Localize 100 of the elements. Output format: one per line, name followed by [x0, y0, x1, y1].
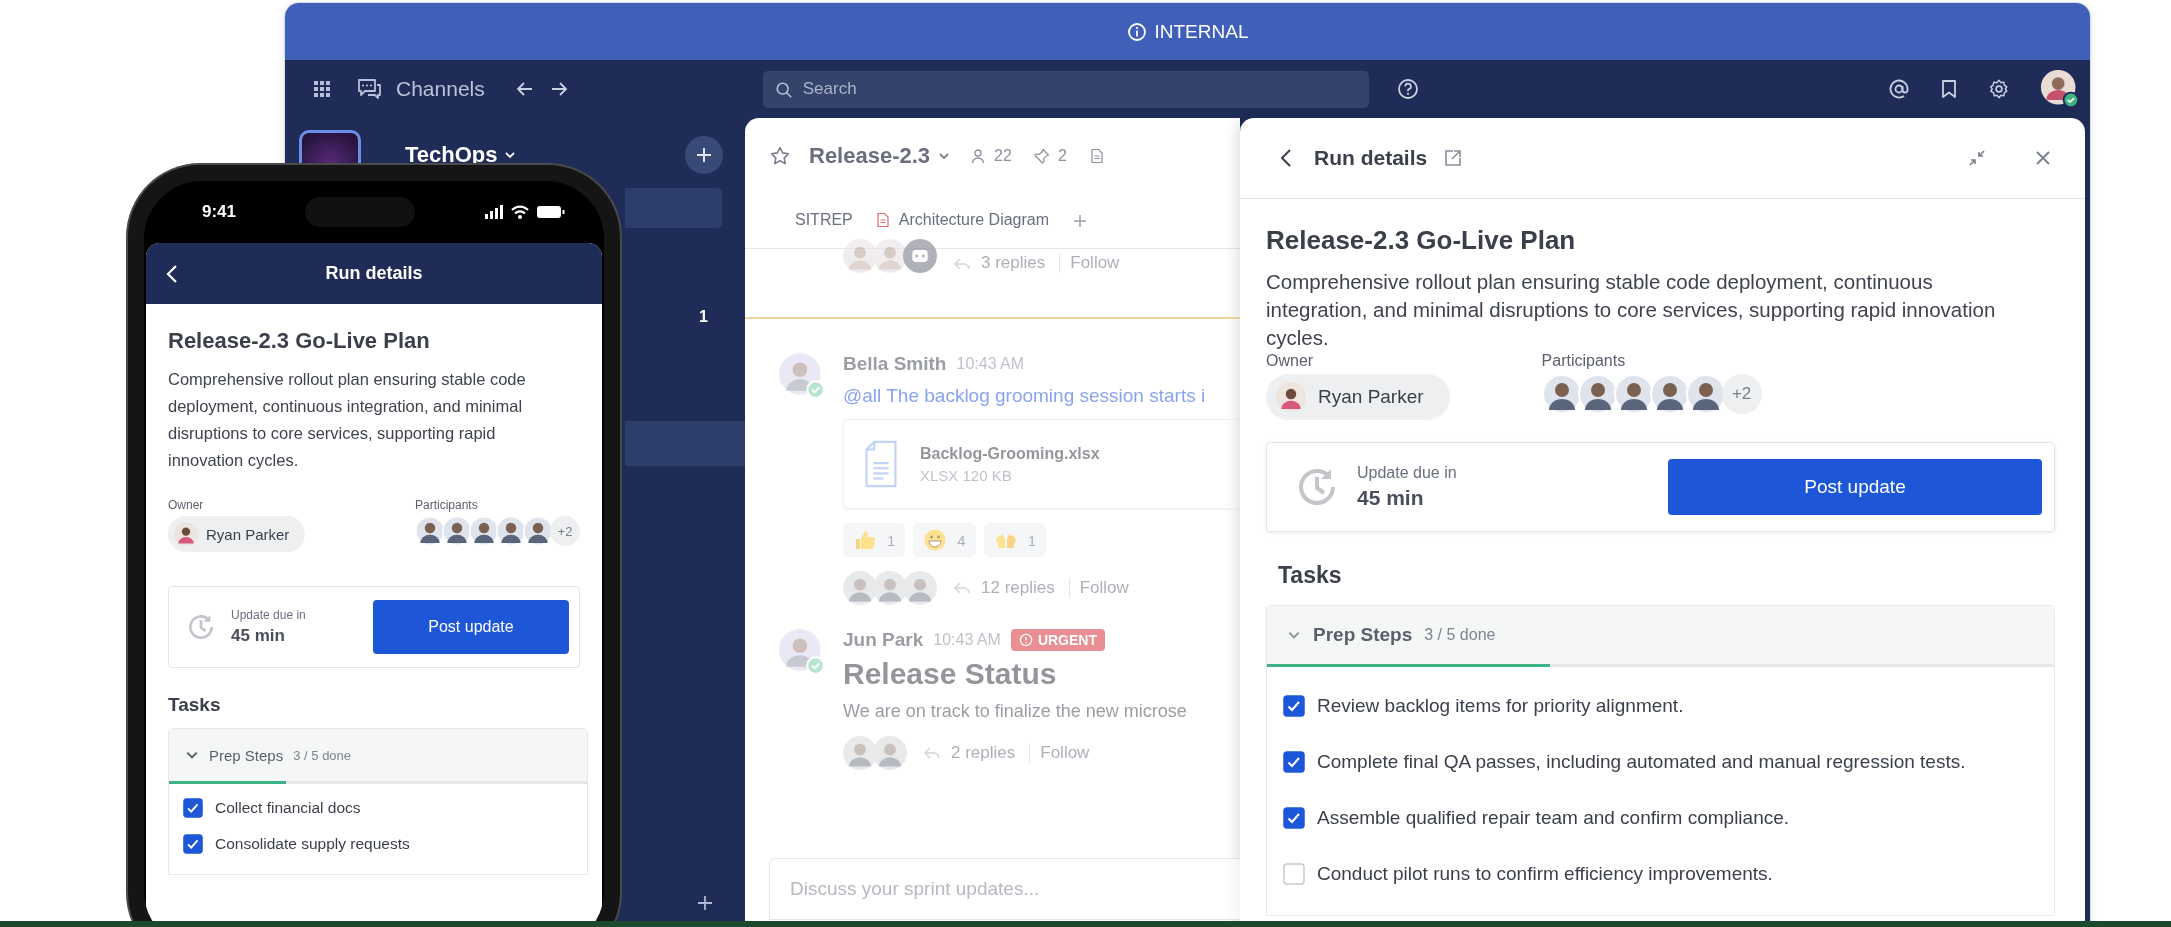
message-text: We are on track to finalize the new microse [843, 701, 1188, 722]
update-time: 45 min [231, 626, 286, 646]
update-label: Update due in [231, 608, 306, 622]
pin-count[interactable]: 2 [1057, 147, 1067, 165]
settings-icon[interactable] [1988, 78, 2010, 100]
plan-title: Release-2.3 Go-Live Plan [168, 328, 431, 354]
person-icon [970, 148, 987, 164]
avatar [1685, 374, 1726, 414]
document-icon [874, 212, 891, 228]
document-icon[interactable] [1088, 148, 1105, 164]
signal-icon [484, 204, 504, 220]
author-name[interactable]: Bella Smith [843, 353, 947, 375]
avatar [1276, 382, 1306, 412]
reply-count[interactable]: 3 replies [981, 253, 1061, 273]
workspace-name[interactable]: TechOps [405, 142, 498, 168]
post-update-button[interactable]: Post update [373, 600, 569, 654]
group-name: Prep Steps [209, 746, 284, 764]
file-attachment[interactable]: Backlog-Grooming.xlsx XLSX 120 KB [843, 419, 1240, 509]
author-name[interactable]: Jun Park [843, 629, 924, 651]
task-text: Assemble qualified repair team and confirm compliance. [1317, 807, 1790, 829]
chevron-down-icon [938, 150, 951, 162]
owner-chip[interactable]: Ryan Parker [1266, 374, 1450, 420]
plan-title: Release-2.3 Go-Live Plan [1266, 225, 1577, 256]
thumbs-up-icon [853, 528, 877, 552]
file-name: Backlog-Grooming.xlsx [920, 444, 1100, 463]
avatar [779, 353, 825, 399]
follow-link[interactable]: Follow [1040, 743, 1090, 763]
avatar [779, 629, 825, 675]
owner-label: Owner [168, 498, 205, 512]
avatar [873, 736, 907, 770]
user-avatar[interactable] [2040, 69, 2080, 109]
avatar [843, 239, 877, 273]
post-update-button[interactable]: Post update [1668, 459, 2042, 515]
avatar [469, 516, 499, 546]
avatar [174, 522, 198, 546]
message-time: 10:43 AM [933, 631, 1001, 649]
reaction-chip[interactable]: 4 [913, 523, 976, 557]
wifi-icon [510, 204, 530, 220]
more-participants[interactable]: +2 [550, 516, 580, 546]
grinning-face-icon [923, 528, 948, 552]
avatar [843, 571, 877, 605]
done-count: 3 / 5 done [293, 747, 352, 763]
reply-count[interactable]: 2 replies [951, 743, 1031, 763]
screen-title: Run details [325, 263, 423, 284]
channel-tab[interactable]: Architecture Diagram [874, 205, 1050, 237]
task-group-header[interactable]: Prep Steps 3 / 5 done [1267, 606, 2054, 664]
reaction-chip[interactable]: 1 [843, 523, 906, 557]
owner-label: Owner [1266, 352, 1315, 370]
task-group-header[interactable]: Prep Steps 3 / 5 done [169, 729, 587, 781]
message-text: @all The backlog grooming session starts i [843, 385, 1207, 407]
avatar [496, 516, 526, 546]
avatar [873, 239, 907, 273]
mention-icon[interactable] [1888, 78, 1910, 100]
task-text: Consolidate supply requests [215, 835, 410, 853]
avatar [415, 516, 445, 546]
reaction-chip[interactable]: 1 [983, 523, 1047, 557]
tasks-heading: Tasks [168, 694, 222, 716]
checkbox[interactable] [183, 798, 203, 818]
reply-count[interactable]: 12 replies [981, 578, 1070, 598]
chevron-down-icon [503, 149, 516, 161]
avatar [523, 516, 553, 546]
help-icon[interactable] [1396, 78, 1419, 100]
avatar [903, 571, 937, 605]
add-icon[interactable] [695, 893, 715, 913]
app-grid-icon[interactable] [312, 79, 332, 99]
workspace-tile[interactable] [299, 130, 361, 165]
done-count: 3 / 5 done [1424, 626, 1496, 644]
update-time: 45 min [1357, 486, 1425, 510]
search-field[interactable]: Search [762, 70, 1369, 108]
external-link-icon[interactable] [1443, 148, 1464, 168]
checkbox[interactable] [183, 834, 203, 854]
owner-chip[interactable]: Ryan Parker [168, 516, 306, 552]
avatar [843, 736, 877, 770]
message-input[interactable]: Discuss your sprint updates... [769, 858, 1240, 920]
tasks-heading: Tasks [1278, 562, 1343, 589]
task-text: Complete final QA passes, including automated and manual regression tests. [1317, 751, 1966, 773]
chat-bubbles-icon [356, 76, 382, 102]
channel-name[interactable]: Release-2.3 [809, 143, 931, 169]
more-participants[interactable]: +2 [1721, 374, 1762, 414]
member-count[interactable]: 22 [994, 147, 1012, 165]
avatar [873, 571, 907, 605]
follow-link[interactable]: Follow [1079, 578, 1129, 598]
follow-link[interactable]: Follow [1070, 253, 1120, 273]
avatar [1613, 374, 1654, 414]
checkbox[interactable] [1283, 695, 1305, 717]
channel-tab[interactable]: SITREP [795, 205, 853, 237]
checkbox[interactable] [1283, 751, 1305, 773]
collapse-icon[interactable] [1967, 148, 1987, 168]
document-icon [864, 440, 898, 488]
task-text: Collect financial docs [215, 799, 361, 817]
status-time: 9:41 [202, 202, 237, 222]
alert-icon [1018, 633, 1033, 647]
avatar [1649, 374, 1690, 414]
checkbox[interactable] [1283, 807, 1305, 829]
plan-description: Comprehensive rollout plan ensuring stable code deployment, continuous integration, and minimal disruptions to core services, supporting rapid innovation cycles. [168, 369, 527, 471]
search-icon [774, 80, 793, 99]
message-heading: Release Status [843, 657, 1058, 691]
add-button[interactable] [685, 136, 723, 174]
star-icon[interactable] [769, 145, 791, 167]
nav-title: Channels [396, 77, 485, 101]
